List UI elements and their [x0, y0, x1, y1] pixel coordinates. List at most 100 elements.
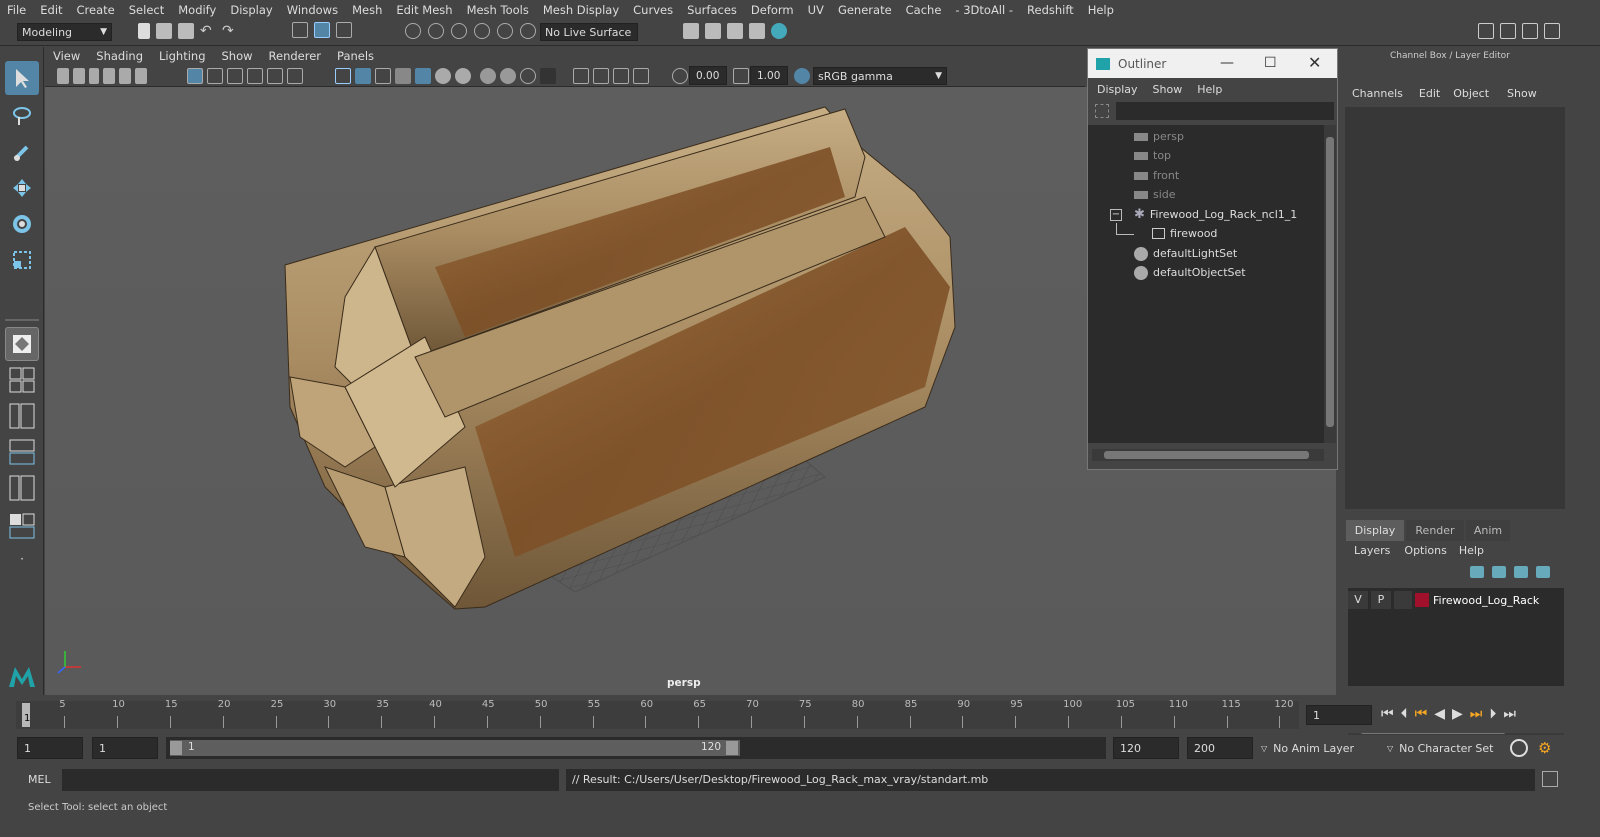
- 2d-pan-zoom-icon[interactable]: [135, 68, 147, 84]
- menu-display[interactable]: Display: [223, 3, 279, 17]
- channel-menu-edit[interactable]: Edit: [1415, 87, 1444, 105]
- channel-menu-object[interactable]: Object: [1444, 87, 1498, 105]
- wireframe-on-shaded-icon[interactable]: [375, 68, 391, 84]
- step-back-key-icon[interactable]: ⏮: [1415, 706, 1428, 722]
- search-filter-icon[interactable]: [1095, 104, 1109, 118]
- outliner-menu-help[interactable]: Help: [1188, 83, 1231, 96]
- new-layer-selected-icon[interactable]: [1536, 566, 1550, 578]
- current-frame-field[interactable]: 1: [1306, 705, 1372, 725]
- layer-playback-toggle[interactable]: P: [1371, 591, 1391, 609]
- tool-settings-icon[interactable]: [1522, 23, 1538, 39]
- menu-curves[interactable]: Curves: [626, 3, 680, 17]
- screen-space-ao-icon[interactable]: [480, 68, 496, 84]
- panel-menu-lighting[interactable]: Lighting: [151, 49, 213, 63]
- menu-mesh-display[interactable]: Mesh Display: [536, 3, 626, 17]
- menu-uv[interactable]: UV: [801, 3, 831, 17]
- live-surface-field[interactable]: No Live Surface: [540, 23, 638, 41]
- outliner-item-firewood[interactable]: firewood: [1152, 224, 1217, 243]
- range-slider-handle[interactable]: 1 120: [170, 740, 740, 756]
- layer-row[interactable]: V P Firewood_Log_Rack: [1348, 590, 1564, 610]
- save-scene-icon[interactable]: [178, 23, 194, 39]
- layer-menu-options[interactable]: Options: [1398, 544, 1452, 562]
- hypershade-layout-button[interactable]: [5, 471, 39, 505]
- layer-color-swatch[interactable]: [1415, 593, 1429, 607]
- render-settings-icon[interactable]: [683, 23, 699, 39]
- menu-edit[interactable]: Edit: [33, 3, 69, 17]
- graph-layout-button[interactable]: [5, 435, 39, 469]
- safe-action-icon[interactable]: [287, 68, 303, 84]
- lasso-tool-button[interactable]: [5, 99, 39, 133]
- playback-start-field[interactable]: 1: [92, 737, 158, 759]
- outliner-menu-show[interactable]: Show: [1147, 83, 1189, 96]
- wireframe-icon[interactable]: [335, 68, 351, 84]
- range-end-grip[interactable]: [726, 741, 738, 755]
- menu-mesh-tools[interactable]: Mesh Tools: [460, 3, 536, 17]
- image-plane-icon[interactable]: [103, 68, 115, 84]
- layer-visibility-toggle[interactable]: V: [1348, 591, 1368, 609]
- snap-curve-icon[interactable]: [428, 23, 444, 39]
- maximize-icon[interactable]: ☐: [1264, 55, 1277, 71]
- outliner-item-front[interactable]: front: [1134, 166, 1179, 185]
- smooth-shade-icon[interactable]: [355, 68, 371, 84]
- field-chart-icon[interactable]: [267, 68, 283, 84]
- select-hierarchy-icon[interactable]: [292, 22, 308, 38]
- select-tool-button[interactable]: [5, 61, 39, 95]
- outliner-item-persp[interactable]: persp: [1134, 127, 1184, 146]
- xray-icon[interactable]: [593, 68, 609, 84]
- outliner-vertical-scrollbar[interactable]: [1324, 125, 1336, 443]
- layer-menu-layers[interactable]: Layers: [1346, 544, 1398, 562]
- layer-display-type[interactable]: [1394, 591, 1412, 609]
- scrollbar-thumb[interactable]: [1326, 137, 1334, 427]
- resolution-gate-icon[interactable]: [227, 68, 243, 84]
- four-view-layout-button[interactable]: [5, 363, 39, 397]
- open-scene-icon[interactable]: [156, 23, 172, 39]
- scene-start-field[interactable]: 1: [17, 737, 83, 759]
- panel-menu-shading[interactable]: Shading: [88, 49, 151, 63]
- menu-edit-mesh[interactable]: Edit Mesh: [389, 3, 459, 17]
- close-icon[interactable]: ✕: [1308, 53, 1321, 72]
- xray-active-icon[interactable]: [633, 68, 649, 84]
- color-space-selector[interactable]: sRGB gamma ▼: [813, 67, 947, 85]
- menu-help[interactable]: Help: [1081, 3, 1121, 17]
- time-ruler[interactable]: [16, 701, 1299, 729]
- select-object-icon[interactable]: [314, 22, 330, 38]
- scene-end-field[interactable]: 200: [1187, 737, 1253, 759]
- tab-anim[interactable]: Anim: [1466, 520, 1510, 541]
- film-gate-icon[interactable]: [207, 68, 223, 84]
- tab-display[interactable]: Display: [1346, 520, 1404, 541]
- grid-icon[interactable]: [187, 68, 203, 84]
- undo-icon[interactable]: ↶: [200, 23, 216, 39]
- snap-grid-icon[interactable]: [405, 23, 421, 39]
- lights-icon[interactable]: [435, 68, 451, 84]
- ipr-render-icon[interactable]: [727, 23, 743, 39]
- channel-menu-show[interactable]: Show: [1498, 87, 1546, 105]
- textured-icon[interactable]: [395, 68, 411, 84]
- step-forward-key-icon[interactable]: ⏭: [1470, 706, 1483, 722]
- range-slider[interactable]: 1 120: [166, 737, 1106, 759]
- anim-layer-selector[interactable]: ▽ No Anim Layer: [1257, 737, 1377, 759]
- menu-surfaces[interactable]: Surfaces: [680, 3, 744, 17]
- exposure-field[interactable]: 0.00: [689, 66, 727, 85]
- attribute-editor-icon[interactable]: [1500, 23, 1516, 39]
- time-slider[interactable]: 1 5 10 15 20 25 30 35 40 45 50 55 60 65 70 75 80 85 90 95 1…: [0, 697, 1600, 733]
- uv-layout-button[interactable]: [5, 509, 39, 543]
- move-layer-down-icon[interactable]: [1492, 566, 1506, 578]
- outliner-item-top[interactable]: top: [1134, 146, 1171, 165]
- snap-view-icon[interactable]: [474, 23, 490, 39]
- play-backward-icon[interactable]: ◀: [1434, 706, 1445, 722]
- xray-joints-icon[interactable]: [613, 68, 629, 84]
- camera-attributes-icon[interactable]: [73, 68, 85, 84]
- animation-preferences-icon[interactable]: ⚙: [1538, 739, 1556, 757]
- outliner-search-input[interactable]: [1116, 102, 1334, 120]
- command-input[interactable]: [62, 769, 559, 791]
- camera-select-icon[interactable]: [57, 68, 69, 84]
- snap-vertex-icon[interactable]: [520, 23, 536, 39]
- step-back-icon[interactable]: ⏴: [1401, 706, 1408, 722]
- mode-selector[interactable]: Modeling ▼: [17, 23, 112, 41]
- move-tool-button[interactable]: [5, 171, 39, 205]
- rotate-tool-button[interactable]: [5, 207, 39, 241]
- command-language-label[interactable]: MEL: [28, 773, 51, 786]
- gate-mask-icon[interactable]: [247, 68, 263, 84]
- panel-menu-view[interactable]: View: [45, 49, 88, 63]
- single-perspective-layout-button[interactable]: [5, 327, 39, 361]
